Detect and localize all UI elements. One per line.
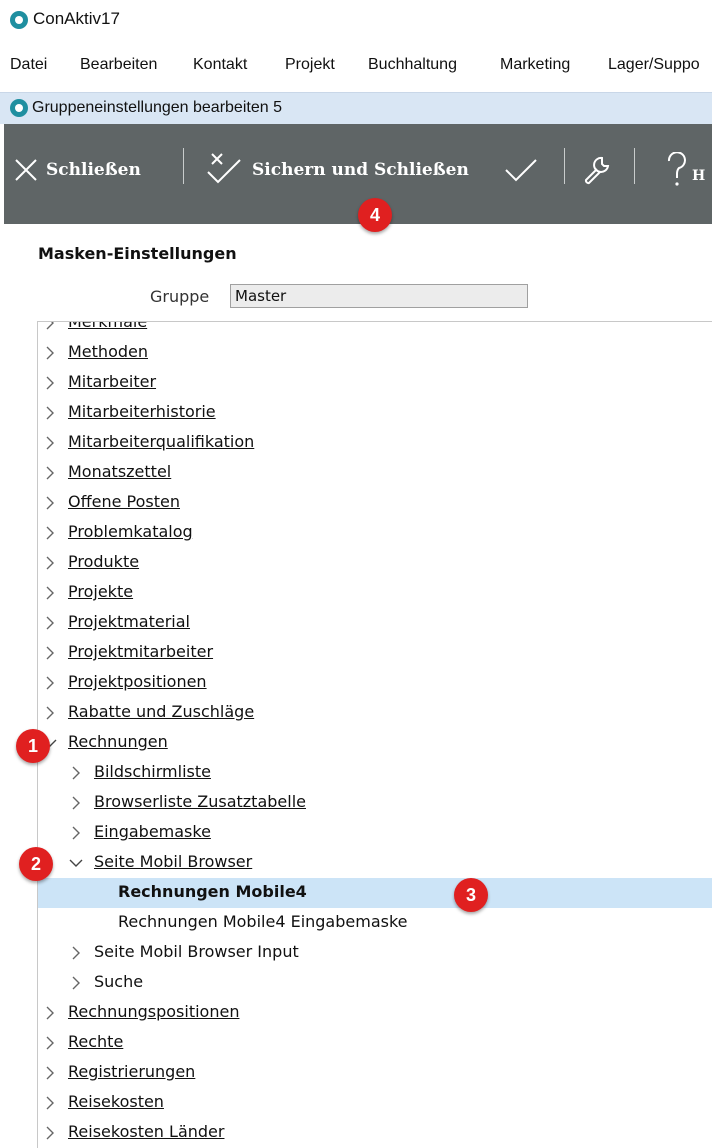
- chevron-right-icon: [46, 616, 54, 630]
- dialog-title: Gruppeneinstellungen bearbeiten 5: [32, 99, 282, 116]
- tree-item-offene-posten[interactable]: Offene Posten: [38, 488, 712, 518]
- tree-item-rechte[interactable]: Rechte: [38, 1028, 712, 1058]
- toolbar-separator: [183, 148, 184, 184]
- menu-kontakt[interactable]: Kontakt: [193, 56, 247, 74]
- save-and-close-label: Sichern und Schließen: [252, 160, 469, 180]
- chevron-down-icon: [69, 859, 83, 867]
- chevron-right-icon: [46, 646, 54, 660]
- close-button-label: Schließen: [46, 160, 141, 180]
- tree-item-mitarbeiter[interactable]: Mitarbeiter: [38, 368, 712, 398]
- menu-lager-support[interactable]: Lager/Suppo: [608, 56, 700, 74]
- tree-item-rechnungen-mobile4[interactable]: Rechnungen Mobile4: [38, 878, 712, 908]
- tree-item-projektpositionen[interactable]: Projektpositionen: [38, 668, 712, 698]
- chevron-right-icon: [72, 766, 80, 780]
- tree-item-projektmaterial[interactable]: Projektmaterial: [38, 608, 712, 638]
- tree-item-problemkatalog[interactable]: Problemkatalog: [38, 518, 712, 548]
- tree-item-rechnungen[interactable]: Rechnungen: [38, 728, 712, 758]
- toolbar-separator: [634, 148, 635, 184]
- app-logo-icon: [10, 11, 28, 29]
- callout-badge-1: 1: [16, 729, 50, 763]
- dialog-logo-icon: [10, 99, 28, 117]
- tree-item-seite-mobil-browser[interactable]: Seite Mobil Browser: [38, 848, 712, 878]
- chevron-right-icon: [46, 1036, 54, 1050]
- group-field[interactable]: [230, 284, 528, 308]
- chevron-right-icon: [46, 676, 54, 690]
- chevron-right-icon: [46, 706, 54, 720]
- save-and-close-button[interactable]: Sichern und Schließen: [206, 142, 469, 198]
- chevron-right-icon: [72, 946, 80, 960]
- app-title: ConAktiv17: [33, 9, 120, 28]
- tree-item-rechnungen-mobile4-eingabemaske[interactable]: Rechnungen Mobile4 Eingabemaske: [38, 908, 712, 938]
- chevron-right-icon: [46, 526, 54, 540]
- chevron-right-icon: [46, 1096, 54, 1110]
- save-close-icon: [207, 153, 241, 184]
- menu-bearbeiten[interactable]: Bearbeiten: [80, 56, 157, 74]
- menu-marketing[interactable]: Marketing: [500, 56, 570, 74]
- chevron-right-icon: [46, 496, 54, 510]
- tree-item-suche[interactable]: Suche: [38, 968, 712, 998]
- chevron-right-icon: [46, 376, 54, 390]
- tree-item-registrierungen[interactable]: Registrierungen: [38, 1058, 712, 1088]
- chevron-right-icon: [72, 796, 80, 810]
- close-icon: [15, 159, 37, 181]
- chevron-right-icon: [46, 466, 54, 480]
- settings-tree[interactable]: Merkmale Methoden Mitarbeiter Mitarbeite…: [37, 321, 712, 1148]
- tree-item-rabatte-und-zuschlaege[interactable]: Rabatte und Zuschläge: [38, 698, 712, 728]
- chevron-right-icon: [46, 1066, 54, 1080]
- chevron-right-icon: [46, 322, 54, 330]
- chevron-right-icon: [46, 406, 54, 420]
- toolbar-separator: [564, 148, 565, 184]
- chevron-right-icon: [46, 1126, 54, 1140]
- app-titlebar: ConAktiv17: [0, 0, 712, 42]
- tree-item-rechnungspositionen[interactable]: Rechnungspositionen: [38, 998, 712, 1028]
- help-icon: [667, 152, 686, 186]
- tree-item-mitarbeiterhistorie[interactable]: Mitarbeiterhistorie: [38, 398, 712, 428]
- chevron-right-icon: [46, 436, 54, 450]
- chevron-right-icon: [72, 826, 80, 840]
- tree-item-browserliste-zusatztabelle[interactable]: Browserliste Zusatztabelle: [38, 788, 712, 818]
- wrench-icon: [584, 156, 610, 185]
- callout-badge-4: 4: [358, 198, 392, 232]
- tree-item-reisekosten-laender[interactable]: Reisekosten Länder: [38, 1118, 712, 1148]
- dialog-titlebar: Gruppeneinstellungen bearbeiten 5: [0, 92, 712, 124]
- menu-projekt[interactable]: Projekt: [285, 56, 335, 74]
- checkmark-icon: [505, 159, 537, 182]
- tree-item-projekte[interactable]: Projekte: [38, 578, 712, 608]
- chevron-right-icon: [46, 586, 54, 600]
- tree-item-produkte[interactable]: Produkte: [38, 548, 712, 578]
- settings-button[interactable]: [582, 142, 614, 198]
- group-label: Gruppe: [150, 287, 210, 306]
- chevron-right-icon: [72, 976, 80, 990]
- tree-item-eingabemaske[interactable]: Eingabemaske: [38, 818, 712, 848]
- menu-bar: Datei Bearbeiten Kontakt Projekt Buchhal…: [0, 52, 712, 82]
- tree-item-bildschirmliste[interactable]: Bildschirmliste: [38, 758, 712, 788]
- help-button[interactable]: H: [666, 142, 705, 198]
- close-button[interactable]: Schließen: [14, 142, 141, 198]
- chevron-right-icon: [46, 556, 54, 570]
- callout-badge-3: 3: [454, 878, 488, 912]
- callout-badge-2: 2: [19, 847, 53, 881]
- chevron-right-icon: [46, 346, 54, 360]
- section-title: Masken-Einstellungen: [38, 244, 237, 263]
- tree-item-seite-mobil-browser-input[interactable]: Seite Mobil Browser Input: [38, 938, 712, 968]
- tree-item-monatszettel[interactable]: Monatszettel: [38, 458, 712, 488]
- menu-datei[interactable]: Datei: [10, 56, 47, 74]
- tree-item-projektmitarbeiter[interactable]: Projektmitarbeiter: [38, 638, 712, 668]
- tree-item-methoden[interactable]: Methoden: [38, 338, 712, 368]
- help-button-label: H: [692, 168, 706, 184]
- tree-item-reisekosten[interactable]: Reisekosten: [38, 1088, 712, 1118]
- chevron-right-icon: [46, 1006, 54, 1020]
- tree-item-mitarbeiterqualifikation[interactable]: Mitarbeiterqualifikation: [38, 428, 712, 458]
- save-button[interactable]: [504, 142, 538, 198]
- tree-item-merkmale[interactable]: Merkmale: [38, 322, 712, 338]
- menu-buchhaltung[interactable]: Buchhaltung: [368, 56, 457, 74]
